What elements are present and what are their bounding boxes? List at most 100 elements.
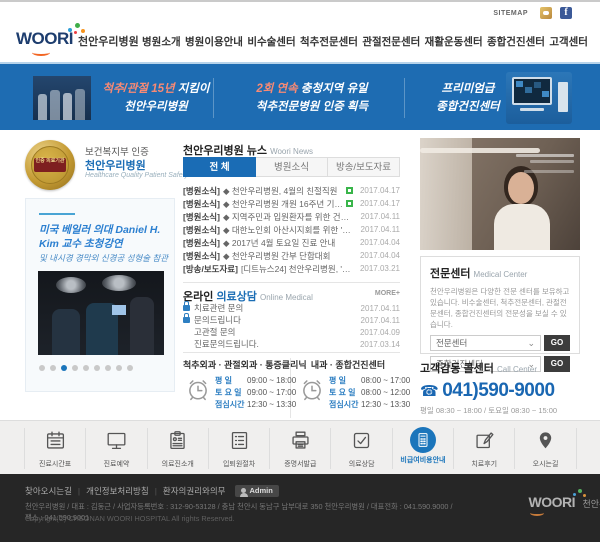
check-square-icon [351,430,372,451]
center-select[interactable]: 전문센터 [430,335,541,351]
right-column: 전문센터 Medical Center 천안우리병원은 다양한 전문 센터를 보… [420,132,580,420]
news-item[interactable]: [병원소식] ◆ 천안우리병원 간부 단합대회 2017.04.04 [183,249,400,262]
top-utility-bar: SITEMAP f [0,0,600,20]
carousel-dot[interactable] [39,365,45,371]
quick-admission[interactable]: 입퇴원절차 [209,428,270,469]
promo-banner: 척추/관절 15년 지킴이 천안우리병원 2회 연속 충청지역 유일 척추전문병… [0,62,600,130]
new-badge-icon [346,187,353,194]
promo-video-thumbnail[interactable] [420,138,580,250]
hospital-homepage: SITEMAP f WOORI 천안우리병원 병원소개 병원이용안내 비수술센터… [0,0,600,542]
carousel-dot[interactable] [94,365,100,371]
carousel-accent-line [39,213,75,215]
call-center-hours: 평일 08:30 ~ 18:00 / 토요일 08:30 ~ 15:00 [420,405,580,416]
logo-orange-arc [32,49,50,56]
footer-link-directions[interactable]: 찾아오시는길 [25,485,72,497]
banner-slide-2[interactable]: 2회 연속 충청지역 유일 척추전문병원 인증 획득 [228,79,396,116]
quick-certificates[interactable]: 증명서발급 [270,428,331,469]
clock-icon [299,376,325,402]
consult-item[interactable]: 문의드립니다 2017.04.11 [183,314,400,326]
medical-center-title: 전문센터 Medical Center [430,265,570,281]
logo-wordmark: WOORI [16,29,73,48]
carousel-dot[interactable] [50,365,56,371]
calendar-icon [45,430,66,451]
active-circle [410,427,436,453]
carousel-dot[interactable] [105,365,111,371]
quick-timetable[interactable]: 진료시간표 [25,428,86,469]
tab-press[interactable]: 방송/보도자료 [328,157,400,177]
divider [183,352,400,353]
internal-medicine-hours: 내과 · 종합건진센터 평 일08:00 ~ 17:00 토 요 일08:00 … [291,358,399,418]
quick-directions[interactable]: 오시는길 [515,428,576,469]
nav-nonsurgical-center[interactable]: 비수술센터 [247,34,295,49]
medical-center-box: 전문센터 Medical Center 천안우리병원은 다양한 전문 센터를 보… [420,256,580,354]
nav-customer-center[interactable]: 고객센터 [549,34,588,49]
sitemap-link[interactable]: SITEMAP [493,10,528,17]
banner-checkup-monitor-image [506,72,572,124]
news-item[interactable]: [방송/보도자료] [디트뉴스24] 천안우리병원, '노인... 2017.0… [183,262,400,275]
footer-link-privacy[interactable]: 개인정보처리방침 [86,485,149,497]
consult-list: 치료관련 문의 2017.04.11 문의드립니다 2017.04.11 고관절… [183,302,400,350]
banner-slide-1[interactable]: 척추/관절 15년 지킴이 천안우리병원 [96,79,216,116]
lock-icon [183,305,190,311]
quick-reservation[interactable]: 진료예약 [86,428,147,469]
site-footer: 찾아오시는길 | 개인정보처리방침 | 환자의권리와의무 Admin 천안우리병… [0,474,600,542]
nav-rehab-center[interactable]: 재활운동센터 [425,34,483,49]
nav-checkup-center[interactable]: 종합건진센터 [487,34,545,49]
carousel-pagination [39,365,133,371]
consult-item[interactable]: 고관절 문의 2017.04.09 [183,326,400,338]
divider [183,282,400,283]
medical-center-desc: 천안우리병원은 다양한 전문 센터를 보유하고 있습니다. 비수술센터, 척추전… [430,286,570,330]
quick-reviews[interactable]: 치료후기 [454,428,515,469]
news-item[interactable]: [병원소식] ◆ 천안우리병원, 4월의 친절직원 2017.04.17 [183,184,400,197]
call-center-block: 고객감동 콜센터 Call Center ☎041)590-9000 평일 08… [420,360,580,416]
carousel-dot[interactable] [127,365,133,371]
carousel-dot[interactable] [72,365,78,371]
cert-line1: 보건복지부 인증 [85,144,149,158]
facebook-icon[interactable]: f [560,7,572,19]
main-content: 인증 의료기관 보건복지부 인증 천안우리병원 Healthcare Quali… [0,132,600,420]
news-item[interactable]: [병원소식] ◆ 지역주민과 입원환자를 위한 건강강... 2017.04.1… [183,210,400,223]
quick-doctors[interactable]: 의료진소개 [148,428,209,469]
nav-spine-center[interactable]: 척추전문센터 [300,34,358,49]
nav-joint-center[interactable]: 관절전문센터 [362,34,420,49]
nav-hospital-intro[interactable]: 병원소개 [142,34,181,49]
clipboard-person-icon [167,430,188,451]
carousel-dot-active[interactable] [61,365,67,371]
nav-usage-guide[interactable]: 병원이용안내 [185,34,243,49]
more-link[interactable]: MORE+ [375,290,400,297]
footer-links: 찾아오시는길 | 개인정보처리방침 | 환자의권리와의무 Admin [25,485,279,497]
banner-slide-3[interactable]: 프리미엄급 종합건진센터 [418,79,518,116]
printer-icon [290,430,311,451]
monitor-icon [106,430,127,451]
consult-item[interactable]: 치료관련 문의 2017.04.11 [183,302,400,314]
news-column: 천안우리병원 뉴스 Woori News 전 체 병원소식 방송/보도자료 [병… [183,132,400,420]
banner-divider [213,78,214,118]
pencil-square-icon [474,430,495,451]
tab-all[interactable]: 전 체 [183,157,256,177]
tab-hospital-news[interactable]: 병원소식 [256,157,328,177]
carousel-headline: 미국 베일러 의대 Daniel H. Kim 교수 초청강연 [39,223,167,251]
banner-divider [404,78,405,118]
clinic-hours: 척추외과 · 관절외과 · 통증클리닉 평 일09:00 ~ 18:00 토 요… [183,358,400,418]
admin-button[interactable]: Admin [235,485,278,497]
lock-icon [183,317,190,323]
woori-logo[interactable]: WOORI 천안우리병원 [16,29,73,49]
go-button[interactable]: GO [544,335,570,351]
blog-icon[interactable] [540,7,552,19]
carousel-dot[interactable] [83,365,89,371]
news-item[interactable]: [병원소식] ◆ 대한노인회 아산시지회를 위한 '굿모... 2017.04.… [183,223,400,236]
news-item[interactable]: [병원소식] ◆ 천안우리병원 개원 16주년 기념행사 2017.04.17 [183,197,400,210]
certification-medal-icon: 인증 의료기관 [25,140,75,190]
footer-link-patient-rights[interactable]: 환자의권리와의무 [163,485,226,497]
person-icon [241,488,246,493]
carousel-subline: 및 내시경 경막외 신경공 성형술 참관 [39,253,169,264]
quick-menu-bar: 진료시간표 진료예약 의료진소개 입퇴원절차 증명서발급 의료상담 [0,420,600,474]
quick-consult[interactable]: 의료상담 [331,428,392,469]
news-item[interactable]: [병원소식] ◆ 2017년 4월 토요일 진료 안내 2017.04.04 [183,236,400,249]
consult-item[interactable]: 진료문의드립니다. 2017.03.14 [183,338,400,350]
quick-nonreimbursed-fees[interactable]: 비급여비용안내 [393,428,454,469]
carousel-dot[interactable] [116,365,122,371]
calculator-icon [415,432,431,448]
carousel-surgery-photo[interactable] [38,271,164,355]
banner-staff-photo [33,76,91,120]
